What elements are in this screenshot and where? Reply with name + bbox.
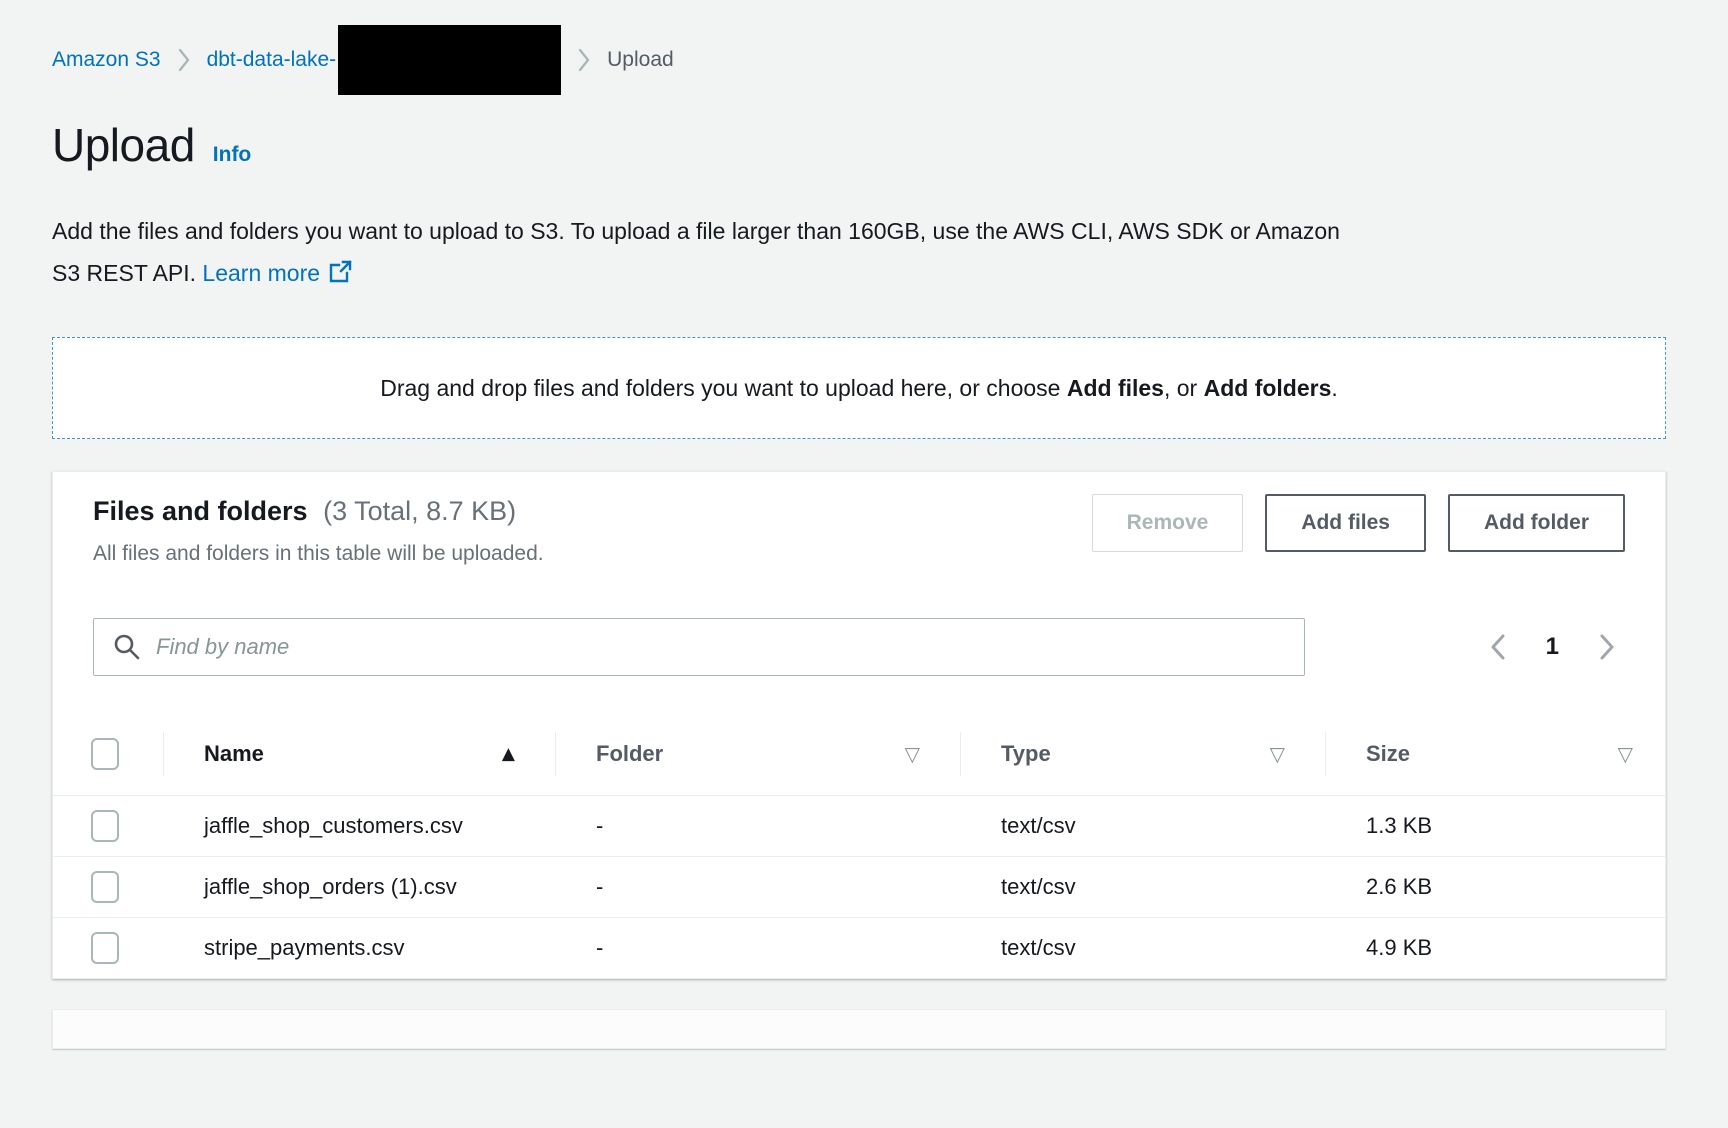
learn-more-link[interactable]: Learn more <box>202 260 320 286</box>
column-header-size[interactable]: Size ▽ <box>1325 712 1665 796</box>
sort-icon: ▽ <box>1270 742 1285 766</box>
search-input[interactable] <box>93 618 1305 676</box>
page-number[interactable]: 1 <box>1546 633 1559 661</box>
table-row: jaffle_shop_orders (1).csv - text/csv 2.… <box>53 857 1665 918</box>
description-line2: S3 REST API. <box>52 260 196 286</box>
breadcrumb-upload: Upload <box>607 48 674 72</box>
breadcrumb-bucket[interactable]: dbt-data-lake- <box>207 48 337 72</box>
cell-size: 4.9 KB <box>1325 931 1665 965</box>
cell-folder: - <box>555 931 960 965</box>
breadcrumb-amazon-s3[interactable]: Amazon S3 <box>52 48 161 72</box>
cell-name: jaffle_shop_orders (1).csv <box>163 870 555 904</box>
column-header-folder[interactable]: Folder ▽ <box>555 712 960 796</box>
panel-count-summary: (3 Total, 8.7 KB) <box>323 496 516 526</box>
next-panel-edge <box>52 1009 1666 1049</box>
row-checkbox-cell <box>53 932 163 964</box>
cell-type: text/csv <box>960 870 1325 904</box>
files-and-folders-panel: Files and folders (3 Total, 8.7 KB) All … <box>52 471 1666 979</box>
table-row: jaffle_shop_customers.csv - text/csv 1.3… <box>53 796 1665 857</box>
title-row: Upload Info <box>52 118 1666 172</box>
row-checkbox[interactable] <box>91 871 119 903</box>
cell-name: jaffle_shop_customers.csv <box>163 809 555 843</box>
cell-name: stripe_payments.csv <box>163 931 555 965</box>
header-checkbox-cell <box>53 738 163 770</box>
row-checkbox[interactable] <box>91 810 119 842</box>
row-checkbox[interactable] <box>91 932 119 964</box>
description-line1: Add the files and folders you want to up… <box>52 218 1340 244</box>
search-icon <box>113 633 141 661</box>
panel-header: Files and folders (3 Total, 8.7 KB) All … <box>53 472 1665 568</box>
external-link-icon <box>328 255 353 297</box>
panel-header-text: Files and folders (3 Total, 8.7 KB) All … <box>93 494 544 568</box>
breadcrumb: Amazon S3 dbt-data-lake- Upload <box>52 24 1666 96</box>
cell-type: text/csv <box>960 931 1325 965</box>
column-header-type[interactable]: Type ▽ <box>960 712 1325 796</box>
chevron-right-icon <box>1599 633 1615 661</box>
page-description: Add the files and folders you want to up… <box>52 210 1666 297</box>
sort-icon: ▽ <box>1618 742 1633 766</box>
previous-page-button[interactable] <box>1486 629 1510 665</box>
sort-icon: ▽ <box>905 742 920 766</box>
add-files-button[interactable]: Add files <box>1265 494 1426 552</box>
next-page-button[interactable] <box>1595 629 1619 665</box>
cell-size: 1.3 KB <box>1325 809 1665 843</box>
cell-folder: - <box>555 809 960 843</box>
drag-drop-zone[interactable]: Drag and drop files and folders you want… <box>52 337 1666 439</box>
table-row: stripe_payments.csv - text/csv 4.9 KB <box>53 918 1665 978</box>
panel-title: Files and folders <box>93 496 308 526</box>
add-folder-button[interactable]: Add folder <box>1448 494 1625 552</box>
search-box <box>93 618 1305 676</box>
cell-type: text/csv <box>960 809 1325 843</box>
row-checkbox-cell <box>53 871 163 903</box>
pagination: 1 <box>1486 629 1619 665</box>
page-title: Upload <box>52 118 195 172</box>
table-toolbar: 1 <box>53 618 1665 676</box>
s3-upload-page: Amazon S3 dbt-data-lake- Upload Upload I… <box>0 0 1728 1128</box>
chevron-right-icon <box>577 47 591 73</box>
table-header-row: Name ▲ Folder ▽ Type ▽ Size ▽ <box>53 712 1665 796</box>
panel-subtitle: All files and folders in this table will… <box>93 540 544 568</box>
column-header-name[interactable]: Name ▲ <box>163 712 555 796</box>
row-checkbox-cell <box>53 810 163 842</box>
select-all-checkbox[interactable] <box>91 738 119 770</box>
files-table: Name ▲ Folder ▽ Type ▽ Size ▽ <box>53 712 1665 978</box>
cell-size: 2.6 KB <box>1325 870 1665 904</box>
info-link[interactable]: Info <box>213 143 251 167</box>
redaction-box <box>338 25 561 95</box>
cell-folder: - <box>555 870 960 904</box>
chevron-left-icon <box>1490 633 1506 661</box>
panel-header-buttons: Remove Add files Add folder <box>1092 494 1625 568</box>
chevron-right-icon <box>177 47 191 73</box>
dropzone-text: Drag and drop files and folders you want… <box>380 375 1338 402</box>
sort-ascending-icon: ▲ <box>502 744 515 764</box>
remove-button[interactable]: Remove <box>1092 494 1244 552</box>
